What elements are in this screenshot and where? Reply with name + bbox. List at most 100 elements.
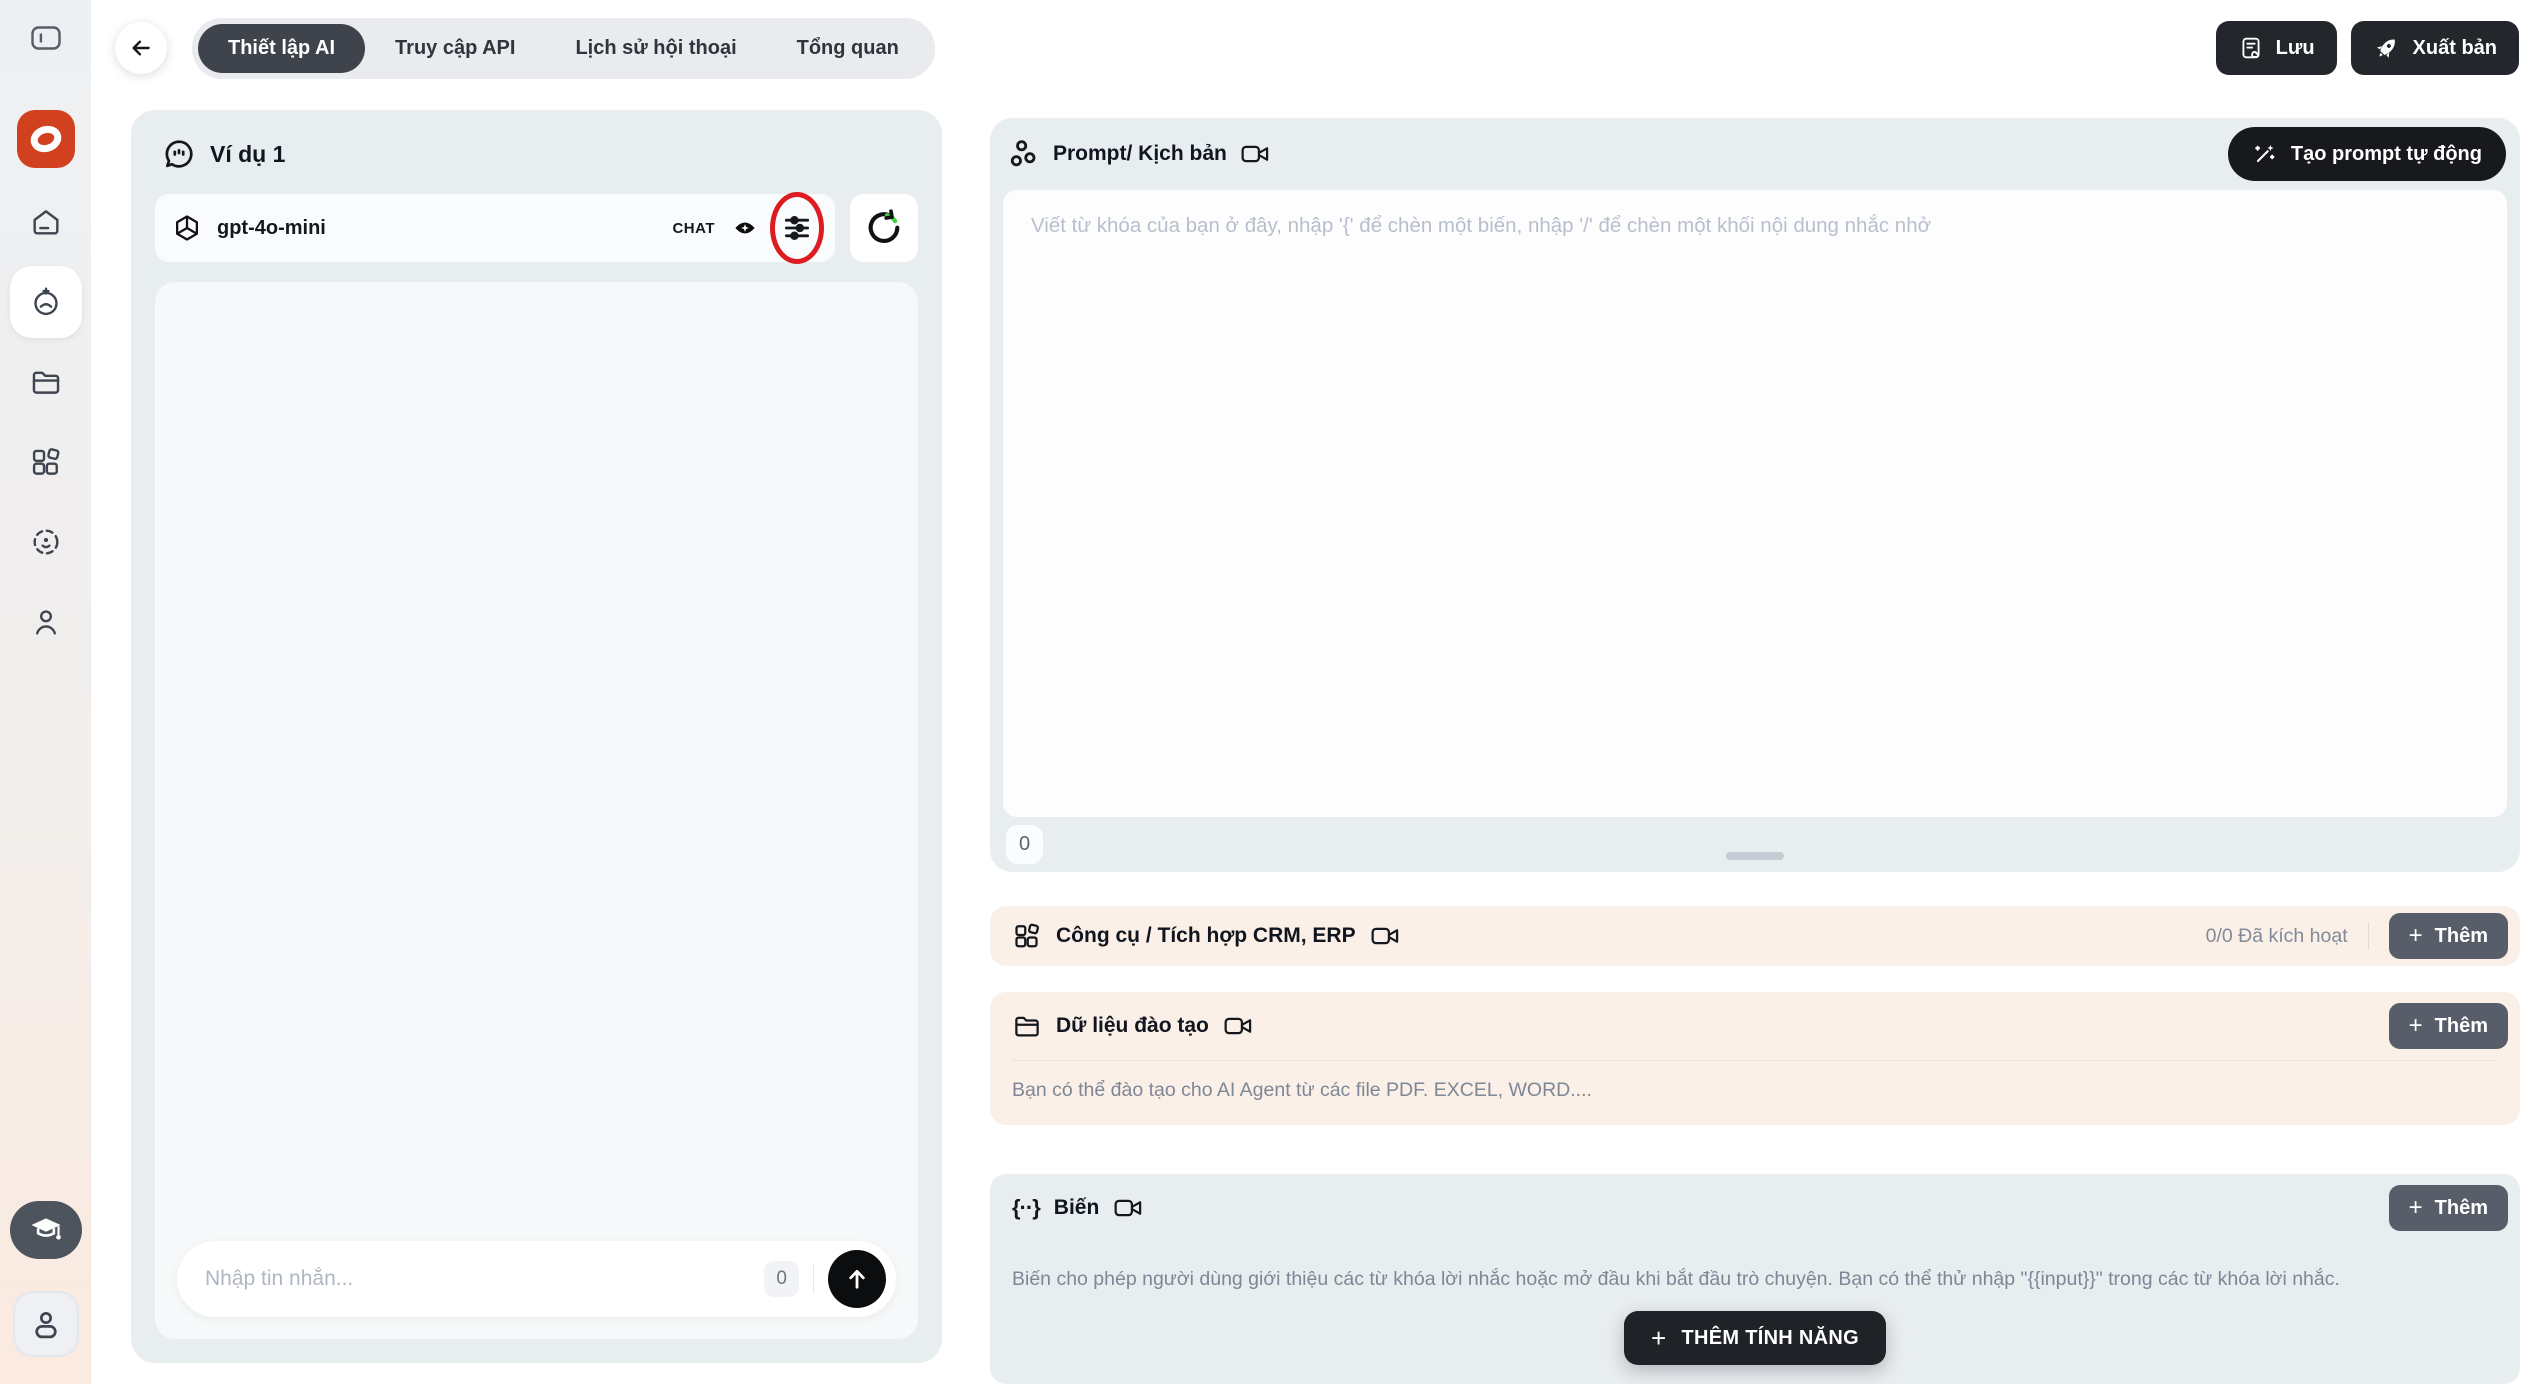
blocks-icon xyxy=(10,426,82,498)
folder-icon xyxy=(1012,1011,1042,1041)
auto-generate-label: Tạo prompt tự động xyxy=(2291,143,2482,166)
prompt-header: Prompt/ Kịch bản xyxy=(990,118,2520,190)
tab-thiet-lap-ai[interactable]: Thiết lập AI xyxy=(198,24,365,73)
tools-activated-status: 0/0 Đã kích hoạt xyxy=(2206,925,2348,948)
save-icon xyxy=(2238,35,2264,61)
add-tool-button[interactable]: + Thêm xyxy=(2389,913,2508,959)
training-data-section: Dữ liệu đào tạo + Thêm B xyxy=(990,992,2520,1125)
training-header: Dữ liệu đào tạo + Thêm xyxy=(1012,992,2508,1060)
sliders-icon xyxy=(780,211,814,245)
sidebar-item-ai-agents[interactable] xyxy=(6,262,86,342)
main-area: Thiết lập AI Truy cập API Lịch sử hội th… xyxy=(91,0,2545,1384)
example-title: Ví dụ 1 xyxy=(210,141,285,168)
blocks-icon xyxy=(1012,921,1042,951)
rocket-icon xyxy=(2373,34,2401,62)
input-divider xyxy=(813,1264,814,1294)
user-icon xyxy=(28,1306,64,1342)
chat-input-bar: 0 xyxy=(177,1241,896,1317)
model-name: gpt-4o-mini xyxy=(217,217,326,240)
preview-eye-button[interactable] xyxy=(733,216,757,240)
sidebar-nav xyxy=(0,182,91,662)
model-controls: CHAT xyxy=(672,206,819,250)
prompt-footer: 0 xyxy=(990,817,2520,872)
chat-mode-label: CHAT xyxy=(672,220,715,237)
training-title: Dữ liệu đào tạo xyxy=(1056,1014,1209,1038)
eye-icon xyxy=(733,216,757,240)
chat-bubble-icon xyxy=(161,136,197,172)
tab-tong-quan[interactable]: Tổng quan xyxy=(767,24,929,73)
add-variable-label: Thêm xyxy=(2435,1197,2488,1220)
video-tutorial-icon[interactable] xyxy=(1240,141,1270,167)
sidebar xyxy=(0,0,91,1384)
top-bar: Thiết lập AI Truy cập API Lịch sử hội th… xyxy=(91,0,2545,96)
send-message-button[interactable] xyxy=(828,1250,886,1308)
refresh-icon xyxy=(864,208,904,248)
video-tutorial-icon[interactable] xyxy=(1223,1013,1253,1039)
chat-preview-panel: Ví dụ 1 gpt-4o-mini CHAT xyxy=(131,110,942,1363)
config-column: Prompt/ Kịch bản xyxy=(990,110,2520,1384)
video-tutorial-icon[interactable] xyxy=(1113,1195,1143,1221)
model-settings-button[interactable] xyxy=(775,206,819,250)
save-button[interactable]: Lưu xyxy=(2216,21,2337,75)
tools-title: Công cụ / Tích hợp CRM, ERP xyxy=(1056,924,1356,948)
add-tool-label: Thêm xyxy=(2435,925,2488,948)
openai-logo-icon xyxy=(171,212,203,244)
model-row: gpt-4o-mini CHAT xyxy=(155,194,918,262)
home-icon xyxy=(10,186,82,258)
app-root: Thiết lập AI Truy cập API Lịch sử hội th… xyxy=(0,0,2545,1384)
back-button[interactable] xyxy=(115,22,167,74)
chat-title-row: Ví dụ 1 xyxy=(155,136,918,172)
prompt-panel: Prompt/ Kịch bản xyxy=(990,118,2520,872)
model-selector[interactable]: gpt-4o-mini CHAT xyxy=(155,194,835,262)
tutorial-button[interactable] xyxy=(10,1201,82,1259)
folder-icon xyxy=(10,346,82,418)
magic-wand-icon xyxy=(2252,141,2278,167)
publish-label: Xuất bản xyxy=(2413,37,2497,60)
resize-drag-handle[interactable] xyxy=(1726,852,1784,860)
tab-lich-su-hoi-thoai[interactable]: Lịch sử hội thoại xyxy=(545,24,766,73)
training-description: Bạn có thể đào tạo cho AI Agent từ các f… xyxy=(1012,1061,2508,1125)
graduation-cap-icon xyxy=(28,1214,64,1246)
publish-button[interactable]: Xuất bản xyxy=(2351,21,2519,75)
send-arrow-icon xyxy=(843,1265,871,1293)
chat-char-count: 0 xyxy=(764,1261,799,1297)
app-logo[interactable] xyxy=(17,110,75,168)
tools-section: Công cụ / Tích hợp CRM, ERP 0/0 Đã kích … xyxy=(990,906,2520,966)
person-icon xyxy=(10,586,82,658)
plus-icon: + xyxy=(2409,1014,2423,1038)
tools-divider xyxy=(2368,922,2369,950)
plus-icon: + xyxy=(2409,1196,2423,1220)
sidebar-item-files[interactable] xyxy=(6,342,86,422)
content: Ví dụ 1 gpt-4o-mini CHAT xyxy=(91,96,2545,1384)
prompt-editor[interactable] xyxy=(1003,190,2507,817)
add-training-label: Thêm xyxy=(2435,1015,2488,1038)
tools-header: Công cụ / Tích hợp CRM, ERP xyxy=(1012,921,1400,951)
agent-face-icon xyxy=(10,266,82,338)
chat-message-input[interactable] xyxy=(205,1267,750,1291)
plus-icon: + xyxy=(1651,1323,1666,1354)
add-training-data-button[interactable]: + Thêm xyxy=(2389,1003,2508,1049)
sidebar-item-scan[interactable] xyxy=(6,502,86,582)
add-variable-button[interactable]: + Thêm xyxy=(2389,1185,2508,1231)
prompt-char-count: 0 xyxy=(1006,825,1043,864)
tab-truy-cap-api[interactable]: Truy cập API xyxy=(365,24,545,73)
save-label: Lưu xyxy=(2276,37,2315,60)
top-actions: Lưu Xuất bản xyxy=(2216,21,2519,75)
add-feature-label: THÊM TÍNH NĂNG xyxy=(1681,1327,1859,1350)
auto-generate-prompt-button[interactable]: Tạo prompt tự động xyxy=(2228,127,2506,181)
chat-message-area: 0 xyxy=(155,282,918,1339)
variables-title: Biến xyxy=(1054,1196,1100,1220)
user-avatar-button[interactable] xyxy=(13,1291,79,1357)
variables-header: {··} Biến + Thêm xyxy=(1012,1174,2508,1242)
video-tutorial-icon[interactable] xyxy=(1370,923,1400,949)
prompt-title: Prompt/ Kịch bản xyxy=(1053,142,1227,166)
sidebar-collapse-icon[interactable] xyxy=(24,18,68,58)
variables-description: Biến cho phép người dùng giới thiệu các … xyxy=(1012,1242,2508,1314)
plus-icon: + xyxy=(2409,924,2423,948)
sidebar-item-integrations[interactable] xyxy=(6,422,86,502)
reset-conversation-button[interactable] xyxy=(850,194,918,262)
tab-bar: Thiết lập AI Truy cập API Lịch sử hội th… xyxy=(192,18,935,79)
sidebar-item-home[interactable] xyxy=(6,182,86,262)
add-feature-floating-button[interactable]: + THÊM TÍNH NĂNG xyxy=(1624,1311,1886,1365)
sidebar-item-profile[interactable] xyxy=(6,582,86,662)
